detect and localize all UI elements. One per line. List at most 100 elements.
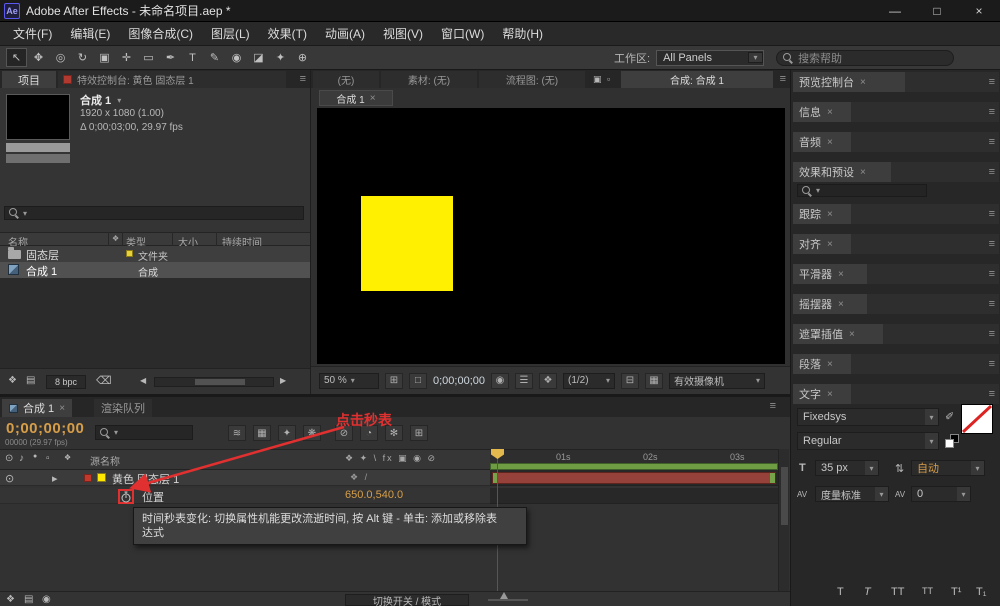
timeline-tab-render-queue[interactable]: 渲染队列 [94,399,152,417]
panel-tab-info[interactable]: 信息× [793,102,851,122]
panel-menu-icon[interactable]: ≡ [989,166,995,178]
panel-menu-icon[interactable]: ≡ [989,268,995,280]
menu-edit[interactable]: 编辑(E) [61,25,119,42]
label-color-swatch[interactable] [126,250,133,257]
eyedropper-icon[interactable]: ✐ [945,410,954,423]
panel-menu-icon[interactable]: ≡ [989,208,995,220]
layer-track[interactable] [490,470,778,486]
all-caps-button[interactable]: TT [891,586,904,598]
faux-bold-button[interactable]: T [837,586,844,598]
source-name-column[interactable]: 源名称 [90,453,120,468]
close-icon[interactable]: × [860,167,866,178]
work-area-bar[interactable] [490,463,778,470]
type-tool-icon[interactable]: T [182,48,203,67]
resolution-dropdown[interactable]: (1/2) ▾ [563,373,615,389]
menu-animation[interactable]: 动画(A) [316,25,374,42]
panel-tab-smoother[interactable]: 平滑器× [793,264,867,284]
project-search-input[interactable]: ▾ [4,206,304,220]
timeline-vertical-scrollbar[interactable] [778,449,789,591]
brush-tool-icon[interactable]: ✎ [204,48,225,67]
menu-help[interactable]: 帮助(H) [493,25,552,42]
workspace-dropdown[interactable]: All Panels ▾ [656,50,764,66]
kerning-dropdown[interactable]: 度量标准 ▾ [815,486,889,502]
panel-splitter[interactable] [790,70,791,606]
close-icon[interactable]: × [827,359,833,370]
tab-effect-controls[interactable]: 特效控制台: 黄色 固态层 1 [58,71,286,88]
panel-menu-icon[interactable]: ≡ [770,400,776,412]
menu-effect[interactable]: 效果(T) [259,25,316,42]
help-search-input[interactable]: 搜索帮助 [776,50,954,66]
close-icon[interactable]: × [838,269,844,280]
puppet-pin-tool-icon[interactable]: ⊕ [292,48,313,67]
close-icon[interactable]: × [827,137,833,148]
grid-options-icon[interactable]: ⊞ [385,373,403,389]
camera-dropdown[interactable]: 有效摄像机 ▾ [669,373,765,389]
trash-icon[interactable]: ⌫ [96,374,112,387]
zoom-slider-knob[interactable] [500,592,508,599]
time-ruler[interactable]: 01s 02s 03s [490,449,778,463]
brainstorm-icon[interactable]: ⊞ [410,425,428,441]
panel-tab-mask-interpolation[interactable]: 遮罩插值× [793,324,883,344]
menu-view[interactable]: 视图(V) [374,25,432,42]
property-track[interactable] [490,488,778,504]
scroll-right-icon[interactable]: ▶ [280,376,286,385]
panel-menu-icon[interactable]: ≡ [989,238,995,250]
horizontal-scrollbar[interactable] [154,377,274,387]
panel-splitter[interactable] [0,394,790,396]
superscript-button[interactable]: T¹ [951,586,961,598]
panel-menu-icon[interactable]: ≡ [300,73,306,85]
toggle-switches-modes-button[interactable]: 切换开关 / 模式 [345,594,469,606]
shape-tool-icon[interactable]: ▭ [138,48,159,67]
panel-menu-icon[interactable]: ≡ [989,76,995,88]
panel-menu-icon[interactable]: ≡ [780,73,786,85]
rotation-tool-icon[interactable]: ↻ [72,48,93,67]
comp-viewport[interactable] [317,108,785,364]
panel-tab-wiggler[interactable]: 摇摆器× [793,294,867,314]
yellow-solid-layer[interactable] [361,196,453,291]
tab-flowchart-none[interactable]: 流程图: (无) [479,71,585,88]
lock-column-icon[interactable]: ▫ [46,453,50,464]
panel-menu-icon[interactable]: ≡ [989,298,995,310]
stroke-swatches[interactable] [945,434,961,450]
tab-footage-none[interactable]: 素材: (无) [381,71,477,88]
pin-icon[interactable]: ▣ [593,74,602,85]
hand-tool-icon[interactable]: ✥ [28,48,49,67]
close-icon[interactable]: × [849,329,855,340]
close-icon[interactable]: × [59,403,65,414]
panel-menu-icon[interactable]: ≡ [989,388,995,400]
panel-tab-character[interactable]: 文字× [793,384,851,404]
switches-column-icons[interactable]: ❖ ✦ \ fx ▣ ◉ ⊘ [345,453,437,464]
tab-project[interactable]: 项目 [2,71,56,88]
close-icon[interactable]: × [827,209,833,220]
close-icon[interactable]: × [827,389,833,400]
pan-behind-tool-icon[interactable]: ✛ [116,48,137,67]
tag-column-icon[interactable]: ❖ [112,234,119,243]
close-icon[interactable]: × [827,107,833,118]
transfer-controls-icon[interactable]: ◉ [42,594,51,605]
roto-brush-tool-icon[interactable]: ✦ [270,48,291,67]
solo-column-icon[interactable]: ● [33,453,37,460]
project-row-folder[interactable]: 固态层 文件夹 [0,246,310,262]
panel-tab-tracker[interactable]: 跟踪× [793,204,851,224]
panel-tab-audio[interactable]: 音频× [793,132,851,152]
comp-name[interactable]: 合成 1 [80,92,111,108]
exposure-icon[interactable]: ▦ [645,373,663,389]
menu-layer[interactable]: 图层(L) [202,25,259,42]
zoom-tool-icon[interactable]: ◎ [50,48,71,67]
camera-tool-icon[interactable]: ▣ [94,48,115,67]
panel-menu-icon[interactable]: ≡ [989,328,995,340]
fast-previews-icon[interactable]: ⊟ [621,373,639,389]
clone-stamp-tool-icon[interactable]: ◉ [226,48,247,67]
panel-tab-effects-presets[interactable]: 效果和预设× [793,162,891,182]
eraser-tool-icon[interactable]: ◪ [248,48,269,67]
comp-subtab[interactable]: 合成 1 × [319,90,393,106]
leading-dropdown[interactable]: 自动 ▾ [911,460,985,476]
close-icon[interactable]: × [827,239,833,250]
layer-duration-bar[interactable] [492,472,776,484]
panel-menu-icon[interactable]: ≡ [989,358,995,370]
interpret-footage-icon[interactable]: ❖ [8,375,17,386]
audio-column-icon[interactable]: ♪ [19,453,24,464]
expand-layers-icon[interactable]: ❖ [6,594,15,605]
panel-tab-paragraph[interactable]: 段落× [793,354,851,374]
menu-window[interactable]: 窗口(W) [432,25,493,42]
